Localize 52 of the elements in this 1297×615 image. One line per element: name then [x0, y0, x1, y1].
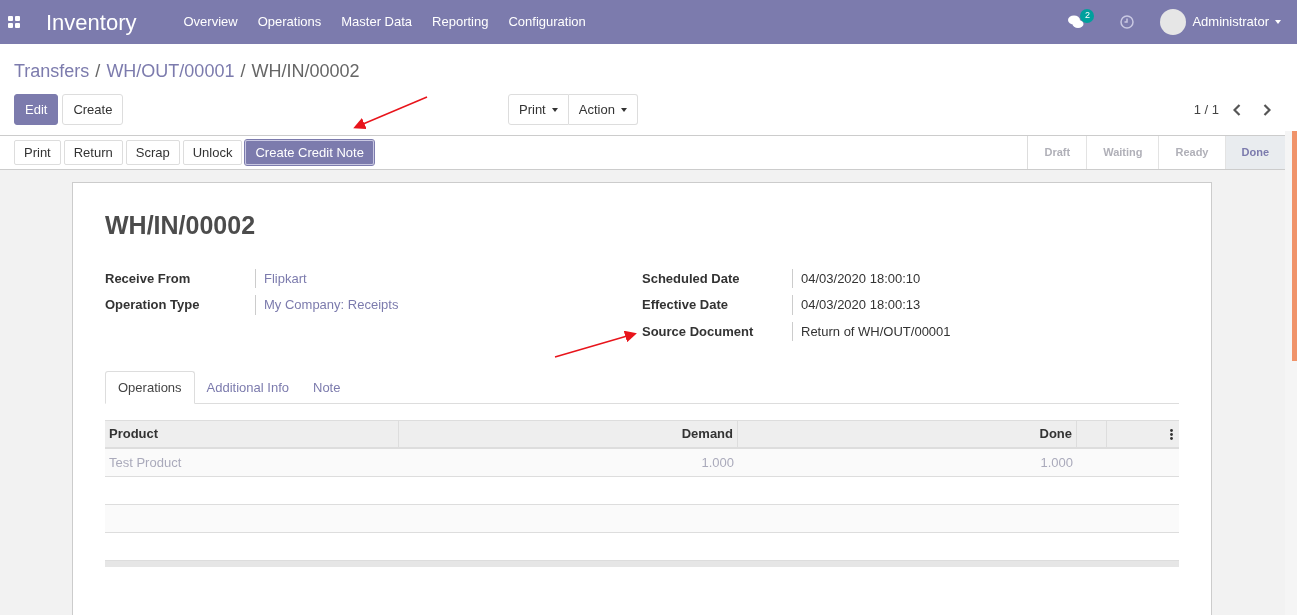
- next-icon[interactable]: [1263, 103, 1271, 116]
- field-label: Scheduled Date: [642, 269, 741, 288]
- menu-link[interactable]: Operations: [257, 12, 322, 32]
- pager-value: 1 / 1: [1193, 100, 1219, 119]
- apps-grid-icon[interactable]: [8, 16, 20, 28]
- column-header[interactable]: Done: [738, 421, 1077, 447]
- scrollbar[interactable]: [1285, 131, 1297, 615]
- menu-link[interactable]: Overview: [183, 12, 238, 32]
- field-label: Effective Date: [642, 296, 729, 314]
- table-cell-text: 1.000: [700, 453, 735, 472]
- record-title: WH/IN/00002: [105, 210, 257, 241]
- field-value: 04/03/2020 18:00:13: [792, 295, 921, 315]
- breadcrumb-separator: /: [95, 60, 101, 83]
- table-cell-text: Test Product: [108, 453, 183, 472]
- status-step[interactable]: Done: [1225, 136, 1285, 169]
- avatar: [1160, 9, 1187, 35]
- tab[interactable]: Note: [301, 371, 353, 404]
- message-count-badge: 2: [1080, 9, 1095, 23]
- tab[interactable]: Additional Info: [194, 371, 301, 404]
- header-button[interactable]: Create Credit Note: [245, 140, 374, 165]
- previous-icon[interactable]: [1233, 103, 1241, 116]
- dropdown-button[interactable]: Action: [568, 94, 638, 125]
- header-button[interactable]: Scrap: [125, 140, 180, 165]
- header-button[interactable]: Unlock: [182, 140, 243, 165]
- field-value: 04/03/2020 18:00:10: [792, 268, 921, 288]
- tab[interactable]: Operations: [105, 371, 195, 404]
- chat-bubbles-icon[interactable]: [1068, 15, 1085, 29]
- field-link[interactable]: Flipkart: [255, 268, 307, 288]
- table-cell-text: 1.000: [1039, 453, 1074, 472]
- column-header[interactable]: Product: [105, 421, 399, 447]
- clock-icon[interactable]: [1120, 15, 1135, 29]
- menu-link[interactable]: Reporting: [432, 12, 489, 32]
- user-menu[interactable]: Administrator: [1192, 12, 1281, 32]
- header-button[interactable]: Print: [14, 140, 61, 165]
- field-label: Receive From: [105, 269, 192, 288]
- dropdown-button[interactable]: Print: [508, 94, 569, 125]
- menu-link[interactable]: Configuration: [508, 12, 586, 32]
- toolbar-button[interactable]: Edit: [14, 94, 59, 125]
- field-label: Operation Type: [105, 296, 201, 314]
- header-button[interactable]: Return: [63, 140, 123, 165]
- column-header[interactable]: Demand: [399, 421, 738, 447]
- menu-link[interactable]: Master Data: [341, 12, 413, 32]
- breadcrumb-separator: /: [240, 60, 246, 83]
- field-label: Source Document: [642, 322, 755, 341]
- field-value: Return of WH/OUT/00001: [792, 321, 951, 341]
- breadcrumb-current: WH/IN/00002: [251, 60, 360, 83]
- breadcrumb-link[interactable]: WH/OUT/00001: [106, 58, 235, 85]
- toolbar-button[interactable]: Create: [62, 94, 124, 125]
- breadcrumb-link[interactable]: Transfers: [14, 58, 90, 85]
- more-options-icon[interactable]: [1170, 428, 1173, 440]
- field-link[interactable]: My Company: Receipts: [255, 295, 399, 315]
- app-name: Inventory: [46, 8, 137, 37]
